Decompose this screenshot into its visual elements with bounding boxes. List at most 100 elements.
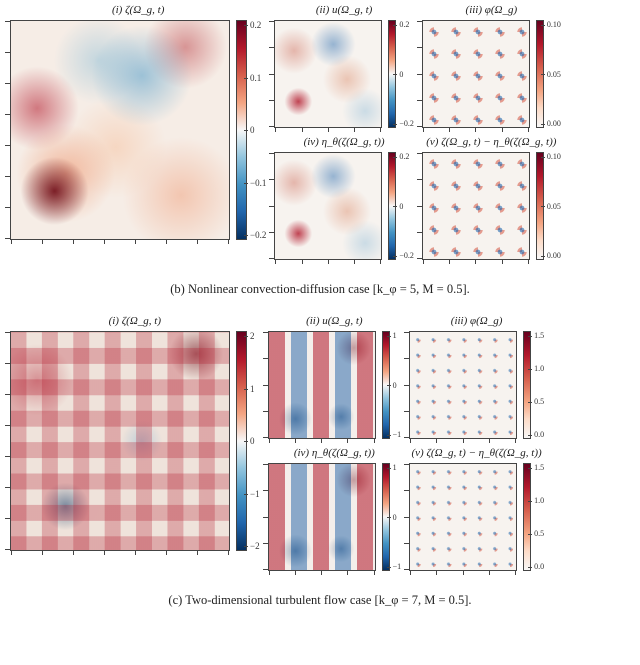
- fig-c-heatmap-v: [409, 463, 517, 571]
- cbar-tick: 0: [393, 381, 402, 390]
- fig-c-colorbar-main: 2 1 0 −1 −2: [236, 331, 260, 551]
- fig-b-panel-iv-title: (iv) η_θ(ζ(Ω_g, t)): [304, 136, 385, 148]
- fig-c-panel-iv-title: (iv) η_θ(ζ(Ω_g, t)): [294, 447, 375, 459]
- xticks: [269, 570, 375, 576]
- fig-b-heatmap-iv: [274, 152, 382, 260]
- fig-b-heatmap-v: [422, 152, 530, 260]
- cbar-tick: −1: [250, 489, 260, 499]
- figure-b: (i) ζ(Ω_g, t) 0.2 0.1 0 −0.1 −0.2: [10, 4, 630, 297]
- colorbar-ticks: 0.2 0.1 0 −0.1 −0.2: [250, 20, 266, 240]
- heatmap-fill: [275, 21, 381, 127]
- colorbar-ticks: 0.2 0 −0.2: [399, 20, 414, 128]
- fig-b-panel-ii-title: (ii) u(Ω_g, t): [316, 4, 373, 16]
- fig-b-colorbar-ii: 0.2 0 −0.2: [388, 20, 414, 128]
- fig-c-colorbar-iv: 1 0 −1: [382, 463, 402, 571]
- figure-b-caption: (b) Nonlinear convection-diffusion case …: [10, 282, 630, 297]
- xticks: [410, 438, 516, 444]
- cbar-tick: 1.5: [534, 331, 544, 340]
- figure-c: (i) ζ(Ω_g, t) 2 1 0 −1 −2: [10, 315, 630, 608]
- yticks: [404, 464, 410, 570]
- fig-b-colorbar-main: 0.2 0.1 0 −0.1 −0.2: [236, 20, 266, 240]
- yticks: [269, 153, 275, 259]
- colorbar-ticks: 0.10 0.05 0.00: [547, 152, 561, 260]
- cbar-tick: 0: [250, 436, 260, 446]
- xticks: [11, 550, 229, 556]
- cbar-tick: 0.2: [250, 20, 266, 30]
- heatmap-fill: [11, 21, 229, 239]
- fig-b-heatmap-ii: [274, 20, 382, 128]
- fig-b-row-1: (ii) u(Ω_g, t) 0.2 0 −0.2: [274, 4, 569, 128]
- fig-c-row-2: (iv) η_θ(ζ(Ω_g, t)) 1 0 −1: [268, 447, 553, 571]
- colorbar-ticks: 0.2 0 −0.2: [399, 152, 414, 260]
- colorbar-ticks: 0.10 0.05 0.00: [547, 20, 561, 128]
- xticks: [410, 570, 516, 576]
- cbar-tick: 0: [399, 70, 414, 79]
- xticks: [11, 239, 229, 245]
- cbar-tick: 1.0: [534, 364, 544, 373]
- cbar-tick: 0.00: [547, 251, 561, 260]
- fig-b-panel-i-title: (i) ζ(Ω_g, t): [112, 4, 164, 16]
- cbar-tick: 0.0: [534, 562, 544, 571]
- cbar-tick: 0.05: [547, 70, 561, 79]
- cbar-tick: 0.5: [534, 397, 544, 406]
- cbar-tick: 0.0: [534, 430, 544, 439]
- fig-c-panel-v: (v) ζ(Ω_g, t) − η_θ(ζ(Ω_g, t)) 1.5 1.0: [409, 447, 544, 571]
- fig-b-heatmap-iii: [422, 20, 530, 128]
- colorbar-ticks: 1.5 1.0 0.5 0.0: [534, 331, 544, 439]
- xticks: [269, 438, 375, 444]
- fig-c-panel-ii: (ii) u(Ω_g, t) 1 0 −1: [268, 315, 402, 439]
- cbar-tick: 0: [250, 125, 266, 135]
- fig-b-panel-v: (v) ζ(Ω_g, t) − η_θ(ζ(Ω_g, t)) 0.10 0.05: [422, 136, 561, 260]
- fig-c-heatmap-iv: [268, 463, 376, 571]
- colorbar-strip: [523, 463, 531, 571]
- cbar-tick: 0: [399, 202, 414, 211]
- cbar-tick: 0.1: [250, 73, 266, 83]
- fig-c-colorbar-v: 1.5 1.0 0.5 0.0: [523, 463, 544, 571]
- xticks: [275, 259, 381, 265]
- yticks: [417, 153, 423, 259]
- heatmap-fill: [423, 21, 529, 127]
- fig-b-colorbar-v: 0.10 0.05 0.00: [536, 152, 561, 260]
- fig-c-panel-i-title: (i) ζ(Ω_g, t): [109, 315, 161, 327]
- colorbar-ticks: 1.5 1.0 0.5 0.0: [534, 463, 544, 571]
- fig-c-panel-v-title: (v) ζ(Ω_g, t) − η_θ(ζ(Ω_g, t)): [412, 447, 542, 459]
- fig-c-heatmap-i: [10, 331, 230, 551]
- fig-c-small-grid: (ii) u(Ω_g, t) 1 0 −1: [268, 315, 553, 579]
- cbar-tick: −2: [250, 541, 260, 551]
- cbar-tick: 1.5: [534, 463, 544, 472]
- cbar-tick: 0: [393, 513, 402, 522]
- fig-b-heatmap-i: [10, 20, 230, 240]
- cbar-tick: 1: [393, 463, 402, 472]
- yticks: [404, 332, 410, 438]
- fig-c-row-1: (ii) u(Ω_g, t) 1 0 −1: [268, 315, 553, 439]
- heatmap-fill: [11, 332, 229, 550]
- cbar-tick: 0.2: [399, 152, 414, 161]
- fig-c-heatmap-iii: [409, 331, 517, 439]
- fig-c-panel-iii: (iii) φ(Ω_g) 1.5 1.0 0.5: [409, 315, 544, 439]
- cbar-tick: 0.2: [399, 20, 414, 29]
- fig-b-colorbar-iii: 0.10 0.05 0.00: [536, 20, 561, 128]
- cbar-tick: 0.5: [534, 529, 544, 538]
- fig-c-panel-iv: (iv) η_θ(ζ(Ω_g, t)) 1 0 −1: [268, 447, 402, 571]
- fig-b-small-grid: (ii) u(Ω_g, t) 0.2 0 −0.2: [274, 4, 569, 268]
- cbar-tick: −1: [393, 430, 402, 439]
- fig-c-heatmap-ii: [268, 331, 376, 439]
- yticks: [5, 332, 11, 550]
- heatmap-fill: [410, 332, 516, 438]
- cbar-tick: 0.05: [547, 202, 561, 211]
- heatmap-fill: [269, 332, 375, 438]
- heatmap-fill: [423, 153, 529, 259]
- yticks: [5, 21, 11, 239]
- figure-c-panel-grid: (i) ζ(Ω_g, t) 2 1 0 −1 −2: [10, 315, 630, 579]
- cbar-tick: −0.2: [250, 230, 266, 240]
- xticks: [423, 259, 529, 265]
- xticks: [275, 127, 381, 133]
- figure-b-panel-grid: (i) ζ(Ω_g, t) 0.2 0.1 0 −0.1 −0.2: [10, 4, 630, 268]
- cbar-tick: 2: [250, 331, 260, 341]
- yticks: [417, 21, 423, 127]
- cbar-tick: −0.1: [250, 178, 266, 188]
- cbar-tick: 1.0: [534, 496, 544, 505]
- heatmap-fill: [269, 464, 375, 570]
- colorbar-ticks: 1 0 −1: [393, 331, 402, 439]
- heatmap-fill: [275, 153, 381, 259]
